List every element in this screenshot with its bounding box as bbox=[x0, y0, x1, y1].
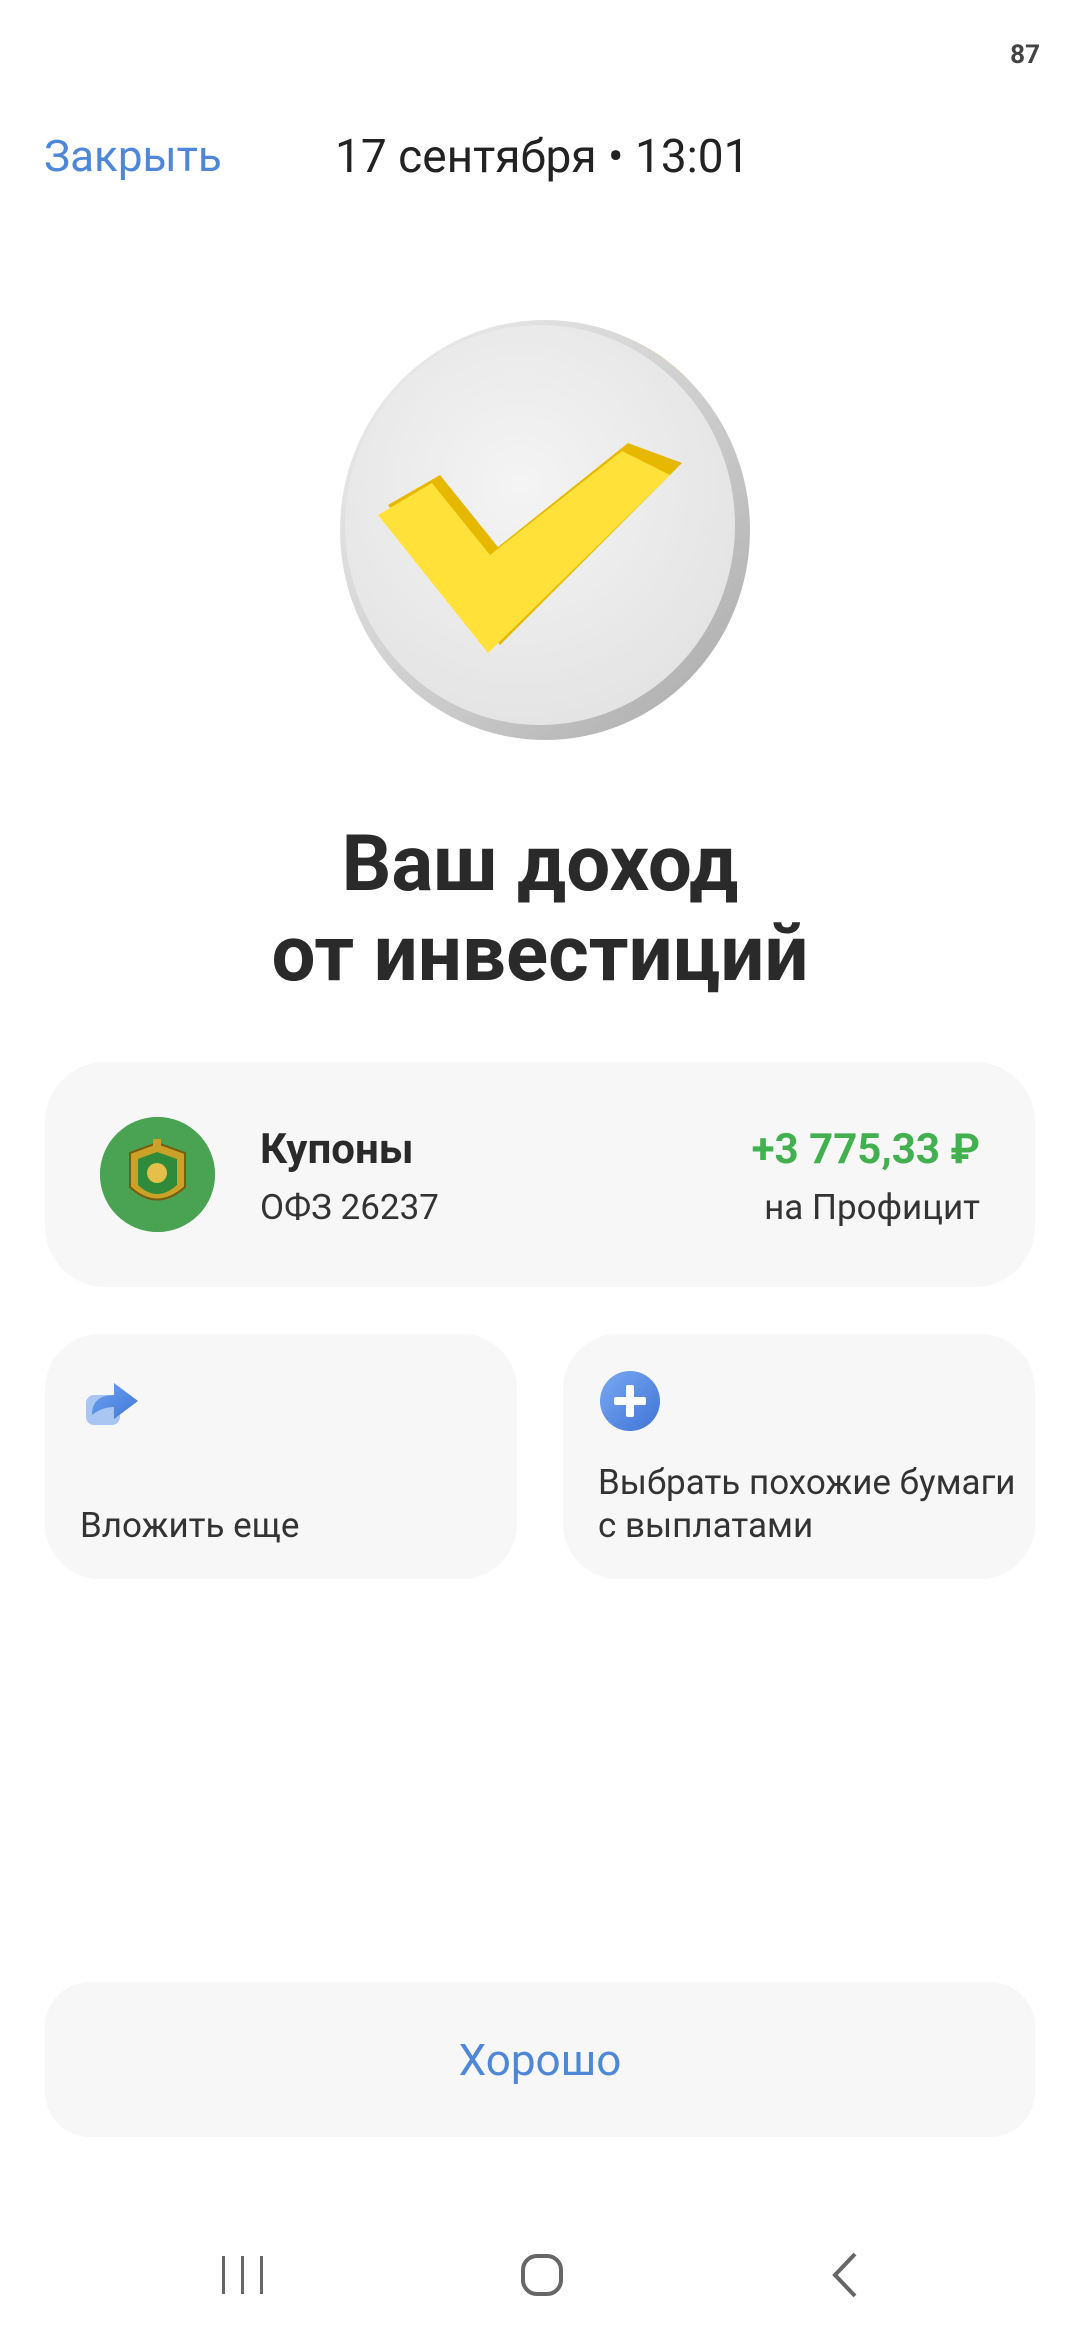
minfin-emblem-icon bbox=[100, 1117, 215, 1232]
income-amount: +3 775,33 ₽ bbox=[751, 1125, 980, 1174]
recent-apps-icon[interactable] bbox=[203, 2235, 283, 2315]
invest-more-button[interactable]: Вложить еще bbox=[45, 1334, 517, 1579]
operation-datetime: 17 сентября • 13:01 bbox=[335, 130, 750, 184]
asset-name: ОФЗ 26237 bbox=[260, 1187, 439, 1228]
checkmark-coin-icon bbox=[330, 315, 750, 745]
title-line-2: от инвестиций bbox=[271, 909, 809, 1000]
title-line-1: Ваш доход bbox=[341, 819, 739, 910]
target-account: на Профицит bbox=[764, 1187, 980, 1228]
reinvest-arrow-icon bbox=[80, 1369, 144, 1433]
choose-similar-bonds-label: Выбрать похожие бумаги с выплатами bbox=[598, 1462, 1016, 1546]
page-title: Ваш доход от инвестиций bbox=[0, 820, 1080, 1000]
income-card[interactable]: Купоны ОФЗ 26237 +3 775,33 ₽ на Профицит bbox=[45, 1062, 1035, 1287]
income-type: Купоны bbox=[260, 1125, 414, 1174]
ok-button[interactable]: Хорошо bbox=[45, 1982, 1035, 2137]
plus-circle-icon bbox=[598, 1369, 662, 1433]
invest-more-label: Вложить еще bbox=[80, 1505, 300, 1546]
choose-similar-bonds-button[interactable]: Выбрать похожие бумаги с выплатами bbox=[563, 1334, 1035, 1579]
battery-level: 87 bbox=[1010, 40, 1040, 70]
home-icon[interactable] bbox=[502, 2235, 582, 2315]
system-nav-bar bbox=[0, 2235, 1080, 2315]
close-button[interactable]: Закрыть bbox=[44, 130, 222, 182]
back-icon[interactable] bbox=[805, 2235, 885, 2315]
